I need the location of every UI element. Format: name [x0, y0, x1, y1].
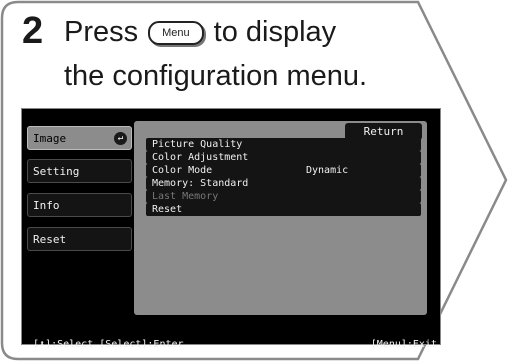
tab-label: Image — [33, 132, 67, 145]
menu-item-picture-quality[interactable]: Picture Quality — [146, 138, 421, 151]
instruction-line-1: Press Menu to display — [64, 12, 336, 52]
configuration-menu-screen: Image ↵ Setting Info Reset Return Pictur… — [21, 108, 441, 350]
menu-item-label: Picture Quality — [152, 139, 243, 150]
instruction-press-text: Press — [64, 16, 139, 48]
tab-image[interactable]: Image ↵ — [27, 126, 132, 150]
menu-area: Image ↵ Setting Info Reset Return Pictur… — [27, 121, 438, 350]
tab-info[interactable]: Info — [27, 193, 132, 217]
menu-key-icon: Menu — [148, 21, 204, 45]
tab-reset[interactable]: Reset — [27, 227, 132, 251]
menu-item-label: Last Memory — [152, 191, 219, 202]
instruction-after-key-text: to display — [213, 16, 337, 48]
tab-label: Reset — [33, 233, 67, 246]
submenu-panel: Return Picture Quality Color Adjustment … — [134, 121, 427, 315]
tab-label: Info — [33, 199, 60, 212]
tab-setting[interactable]: Setting — [27, 159, 132, 183]
tab-label: Setting — [33, 165, 80, 178]
menu-item-reset[interactable]: Reset — [146, 203, 421, 216]
menu-item-value: Dynamic — [306, 165, 349, 176]
menu-item-color-adjustment[interactable]: Color Adjustment — [146, 151, 421, 164]
menu-item-color-mode[interactable]: Color Mode Dynamic — [146, 164, 421, 177]
step-number: 2 — [22, 10, 44, 52]
instruction-line-2: the configuration menu. — [64, 60, 368, 92]
menu-item-last-memory: Last Memory — [146, 190, 421, 203]
enter-arrow-icon: ↵ — [114, 132, 127, 145]
menu-footer: [⬍]:Select [Select]:Enter [Menu]:Exit — [31, 337, 441, 352]
menu-item-label: Color Adjustment — [152, 152, 249, 163]
footer-exit-hint: [Menu]:Exit — [370, 339, 437, 350]
menu-item-memory[interactable]: Memory: Standard — [146, 177, 421, 190]
menu-item-label: Reset — [152, 204, 183, 215]
footer-select-enter-text: ]:Select [Select]:Enter — [45, 339, 184, 350]
menu-item-label: Memory: Standard — [152, 178, 249, 189]
menu-item-label: Color Mode — [152, 165, 213, 176]
footer-select-hint: [⬍]:Select [Select]:Enter — [33, 337, 184, 352]
